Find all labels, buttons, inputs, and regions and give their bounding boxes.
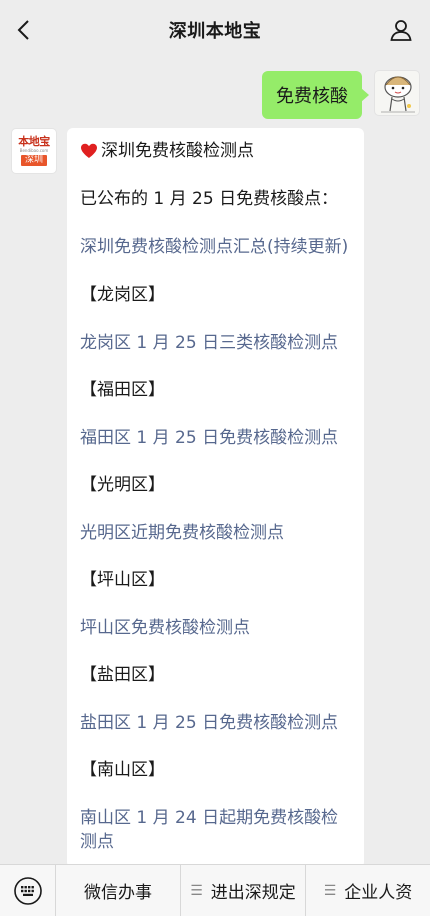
keyboard-icon	[13, 876, 42, 905]
region-label-pingshan: 【坪山区】	[80, 570, 165, 590]
keyboard-toggle-button[interactable]	[0, 864, 56, 916]
outgoing-message-row: 免费核酸	[262, 70, 420, 119]
menu-item-label: 微信办事	[84, 883, 152, 903]
outgoing-bubble[interactable]: 免费核酸	[262, 71, 369, 119]
region-label-guangming: 【光明区】	[80, 475, 165, 495]
menu-item-label: 企业人资	[344, 883, 413, 903]
top-bar: 深圳本地宝	[0, 0, 430, 60]
logo-url: Bendibao.com	[19, 148, 49, 153]
incoming-bubble: 深圳免费核酸检测点 已公布的 1 月 25 日免费核酸点： 深圳免费核酸检测点汇…	[67, 128, 364, 868]
menu-item-enterprise-hr[interactable]: ☰ 企业人资	[306, 865, 430, 916]
intro-text: 已公布的 1 月 25 日免费核酸点：	[80, 189, 339, 209]
region-link-guangming[interactable]: 光明区近期免费核酸检测点	[80, 521, 352, 545]
region-label-longgang: 【龙岗区】	[80, 285, 165, 305]
person-icon	[390, 20, 412, 41]
menu-item-entry-exit-rules[interactable]: ☰ 进出深规定	[181, 864, 306, 916]
region-link-nanshan[interactable]: 南山区 1 月 24 日起期免费核酸检测点	[80, 806, 352, 854]
region-link-futian[interactable]: 福田区 1 月 25 日免费核酸检测点	[80, 426, 352, 450]
bottom-menu-bar: 微信办事 ☰ 进出深规定 ☰ 企业人资	[0, 864, 430, 916]
summary-link[interactable]: 深圳免费核酸检测点汇总(持续更新)	[80, 235, 352, 259]
official-account-avatar[interactable]: 本地宝 Bendibao.com 深圳	[11, 128, 57, 174]
region-link-longgang[interactable]: 龙岗区 1 月 25 日三类核酸检测点	[80, 331, 352, 355]
logo-text: 本地宝	[18, 135, 50, 148]
message-heading: 深圳免费核酸检测点	[80, 139, 352, 163]
submenu-icon: ☰	[190, 882, 203, 899]
region-label-nanshan: 【南山区】	[80, 760, 165, 780]
menu-item-label: 进出深规定	[210, 883, 296, 903]
submenu-icon: ☰	[323, 882, 337, 899]
logo-city-badge: 深圳	[20, 155, 47, 166]
region-label-yantian: 【盐田区】	[80, 665, 165, 685]
cartoon-avatar-icon	[381, 76, 415, 113]
heart-icon	[81, 143, 97, 158]
profile-button[interactable]	[386, 15, 416, 45]
region-label-futian: 【福田区】	[80, 380, 165, 400]
page-title: 深圳本地宝	[168, 21, 262, 42]
heading-text: 深圳免费核酸检测点	[101, 141, 254, 161]
my-avatar[interactable]	[374, 70, 420, 116]
menu-item-wechat-services[interactable]: 微信办事	[56, 864, 181, 916]
region-link-pingshan[interactable]: 坪山区免费核酸检测点	[80, 616, 352, 640]
region-link-yantian[interactable]: 盐田区 1 月 25 日免费核酸检测点	[80, 711, 352, 735]
